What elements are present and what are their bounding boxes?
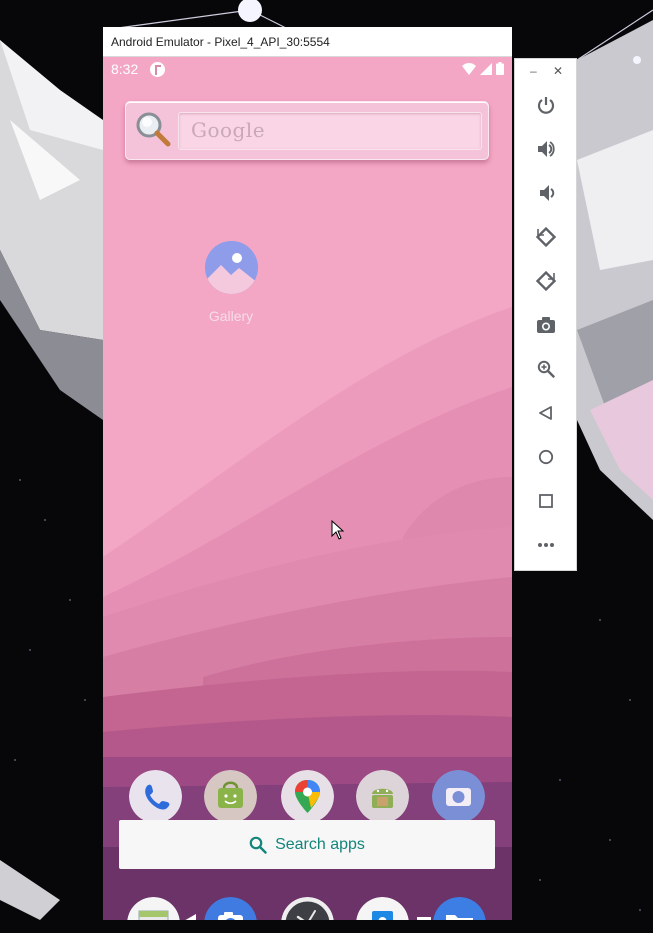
emulator-side-toolbar: – ✕	[514, 58, 577, 571]
search-apps-bar[interactable]: Search apps	[119, 820, 495, 869]
rotate-right-button[interactable]	[529, 264, 563, 298]
window-title: Android Emulator - Pixel_4_API_30:5554	[103, 27, 512, 57]
rotate-left-icon	[535, 226, 557, 248]
power-icon	[537, 97, 555, 114]
camera-icon[interactable]	[432, 770, 485, 823]
app-label: Gallery	[208, 308, 254, 324]
overview-square-icon	[539, 494, 553, 508]
close-button[interactable]: ✕	[553, 64, 563, 78]
android-app-icon[interactable]	[356, 770, 409, 823]
google-logo-text: Google	[191, 118, 266, 142]
home-button[interactable]	[529, 440, 563, 474]
volume-down-button[interactable]	[529, 176, 563, 210]
triangle-icon	[185, 914, 196, 920]
mouse-cursor-icon	[331, 520, 345, 540]
google-search-field[interactable]: Google	[178, 112, 482, 150]
rotate-right-icon	[535, 270, 557, 292]
search-apps-label: Search apps	[275, 835, 365, 853]
maps-icon[interactable]	[281, 770, 334, 823]
volume-down-icon	[540, 185, 555, 201]
phone-icon[interactable]	[129, 770, 182, 823]
more-button[interactable]	[529, 528, 563, 562]
zoom-button[interactable]	[529, 352, 563, 386]
phone-screen[interactable]: 8:32 Google Gallery Search apps	[103, 57, 512, 920]
volume-up-icon	[538, 141, 555, 157]
cell-signal-icon	[480, 62, 492, 75]
square-icon	[417, 917, 431, 920]
home-circle-icon	[538, 449, 554, 465]
status-icons	[462, 62, 504, 75]
wifi-icon	[462, 62, 476, 75]
toolbar-window-controls: – ✕	[515, 59, 578, 87]
screenshot-button[interactable]	[529, 308, 563, 342]
overview-button[interactable]	[529, 484, 563, 518]
back-triangle-icon	[539, 406, 552, 420]
camera-icon	[537, 317, 555, 333]
zoom-in-icon	[537, 360, 555, 378]
volume-up-button[interactable]	[529, 132, 563, 166]
gallery-icon	[204, 241, 258, 294]
battery-icon	[496, 62, 504, 75]
power-button[interactable]	[529, 88, 563, 122]
emulator-window: Android Emulator - Pixel_4_API_30:5554 8…	[103, 27, 512, 920]
status-time: 8:32	[111, 61, 139, 77]
rotate-left-button[interactable]	[529, 220, 563, 254]
app-store-icon[interactable]	[204, 770, 257, 823]
magnifier-icon	[136, 112, 171, 147]
search-icon	[249, 836, 267, 854]
app-gallery[interactable]: Gallery	[191, 241, 271, 324]
status-bar: 8:32	[103, 57, 512, 83]
back-button[interactable]	[529, 396, 563, 430]
minimize-button[interactable]: –	[530, 64, 537, 78]
more-dots-icon	[538, 543, 554, 547]
app-notification-icon	[150, 62, 165, 77]
google-search-widget[interactable]: Google	[125, 101, 489, 160]
